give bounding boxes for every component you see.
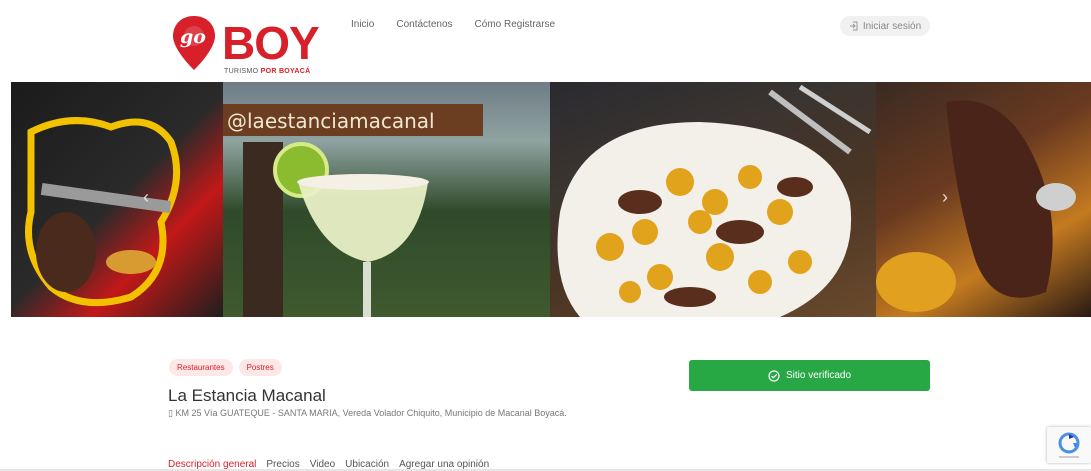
ribs-illustration [876,100,1076,312]
nav-contactenos[interactable]: Contáctenos [396,19,452,30]
address-text: KM 25 Vía GUATEQUE - SANTA MARIA, Vereda… [175,408,567,418]
margarita-illustration: @laestanciamacanal [223,104,483,317]
chevron-left-icon[interactable]: ‹ [143,187,149,208]
main-nav: Inicio Contáctenos Cómo Registrarse [351,19,555,30]
photo-gallery: ‹ @laestanciamacanal › [11,82,1091,317]
tag-restaurantes[interactable]: Restaurantes [169,359,233,376]
steak-illustration [25,117,181,307]
recaptcha-icon [1058,432,1080,458]
nav-inicio[interactable]: Inicio [351,19,374,30]
sign-text: @laestanciamacanal [227,109,435,133]
meat-potatoes-photo [550,82,876,317]
login-icon [849,21,858,31]
listing-address: ▯ KM 25 Vía GUATEQUE - SANTA MARIA, Vere… [168,408,567,419]
login-button[interactable]: Iniciar sesión [840,16,930,36]
logo-go-text: go [180,26,206,48]
grilled-ribs-photo: › [876,82,1091,317]
steak-tongs-photo: ‹ [11,82,223,317]
verified-badge: Sitio verificado [689,360,930,391]
category-tags: Restaurantes Postres [169,359,282,376]
meat-potatoes-illustration [557,84,872,317]
logo-tagline-prefix: TURISMO [224,68,261,75]
tag-postres[interactable]: Postres [238,359,282,376]
map-marker-icon: ▯ [168,408,173,418]
goboy-logo[interactable]: go BOY TURISMO POR BOYACÁ [166,12,326,78]
verified-label: Sitio verificado [785,370,852,381]
listing-title: La Estancia Macanal [168,386,326,405]
recaptcha-badge[interactable] [1047,427,1091,463]
site-header: go BOY TURISMO POR BOYACÁ Inicio Contáct… [0,0,1091,82]
chevron-right-icon[interactable]: › [942,187,948,208]
logo-tagline: TURISMO POR BOYACÁ [224,68,310,75]
logo-brand-text: BOY [222,17,320,69]
nav-como-registrarse[interactable]: Cómo Registrarse [475,19,556,30]
logo-tagline-bold: POR BOYACÁ [260,68,311,75]
check-circle-icon [768,369,780,382]
login-label: Iniciar sesión [862,20,922,32]
margarita-photo: @laestanciamacanal [223,82,550,317]
